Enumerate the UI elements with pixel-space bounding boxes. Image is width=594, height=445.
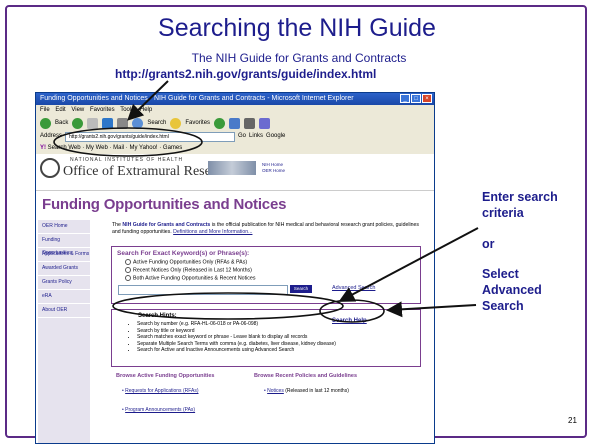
mail-icon[interactable] [229, 117, 241, 129]
web-page: NATIONAL INSTITUTES OF HEALTH Office of … [36, 154, 434, 443]
yahoo-logo-icon[interactable]: Y! [40, 145, 46, 151]
search-option-both[interactable]: Both Active Funding Opportunities & Rece… [125, 275, 255, 281]
menu-edit[interactable]: Edit [55, 107, 65, 113]
back-arrow-icon[interactable] [40, 117, 51, 129]
slide-url: http://grants2.nih.gov/grants/guide/inde… [115, 67, 377, 81]
callout-search: Search [482, 299, 524, 313]
minimize-icon[interactable]: _ [400, 94, 410, 103]
close-icon[interactable]: × [422, 94, 432, 103]
history-icon[interactable] [214, 117, 226, 129]
rfa-link[interactable]: Requests for Applications (RFAs) [125, 388, 198, 394]
sidebar-item-about[interactable]: About OER [38, 304, 90, 318]
intro-the: The [112, 222, 121, 228]
sidebar-item-oer-home[interactable]: OER Home [38, 220, 90, 234]
slide: { "slide": { "title": "Searching the NIH… [0, 0, 594, 445]
advanced-search-link[interactable]: Advanced Search [332, 285, 375, 291]
browser-titlebar: Funding Opportunities and Notices - NIH … [36, 93, 434, 105]
search-option-notices[interactable]: Recent Notices Only (Released in Last 12… [125, 267, 252, 273]
header-links: NIH Home OER Home [262, 162, 285, 174]
pa-link[interactable]: Program Announcements (PAs) [125, 407, 195, 413]
edit-icon[interactable] [259, 117, 271, 129]
sidebar-item-applications[interactable]: Applications & Forms [38, 248, 90, 262]
slide-title: Searching the NIH Guide [158, 14, 436, 42]
slide-number: 21 [568, 416, 577, 425]
search-heading: Search For Exact Keyword(s) or Phrase(s)… [117, 250, 250, 257]
window-controls: _ □ × [400, 94, 432, 103]
address-label: Address [40, 133, 63, 139]
address-bar: Address http://grants2.nih.gov/grants/gu… [36, 131, 434, 142]
pa-link-item: • Program Announcements (PAs) [122, 407, 196, 413]
menu-tools[interactable]: Tools [120, 107, 134, 113]
print-icon[interactable] [244, 117, 256, 129]
hint-item: Search matches exact keyword or phrase -… [137, 334, 337, 341]
back-button[interactable]: Back [55, 115, 68, 131]
go-button[interactable]: Go [238, 131, 246, 142]
search-option-notices-label: Recent Notices Only (Released in Last 12… [133, 267, 252, 274]
oer-home-link[interactable]: OER Home [262, 168, 285, 174]
browse-recent-heading: Browse Recent Policies and Guidelines [254, 373, 358, 379]
definitions-link[interactable]: Definitions and More Information... [173, 229, 252, 235]
hints-list: Search by number (e.g. RFA-HL-06-018 or … [130, 321, 337, 354]
sidebar-item-funding[interactable]: Funding Opportunities [38, 234, 90, 256]
slide-subtitle: The NIH Guide for Grants and Contracts [191, 51, 407, 65]
hints-title: Search Hints: [138, 313, 177, 319]
sidebar: OER Home Funding Opportunities Applicati… [38, 220, 90, 443]
intro-bold: NIH Guide for Grants and Contracts [122, 222, 211, 228]
menu-help[interactable]: Help [140, 107, 152, 113]
notices-link-item: • Notices (Released in last 12 months) [264, 388, 349, 394]
search-button[interactable]: Search [147, 115, 166, 131]
nih-seal-icon [40, 158, 60, 178]
search-option-active-label: Active Funding Opportunities Only (RFAs … [133, 259, 248, 266]
callout-criteria: criteria [482, 206, 524, 220]
search-panel: Search For Exact Keyword(s) or Phrase(s)… [111, 246, 421, 304]
search-icon[interactable] [132, 117, 144, 129]
callout-select: Select [482, 267, 519, 281]
search-option-active[interactable]: Active Funding Opportunities Only (RFAs … [125, 259, 247, 265]
yahoo-links[interactable]: Search Web · My Web · Mail · My Yahoo! ·… [48, 145, 183, 151]
sidebar-item-awarded[interactable]: Awarded Grants [38, 262, 90, 276]
intro-text: The NIH Guide for Grants and Contracts i… [112, 222, 424, 236]
search-hints-panel: Search Hints: Search Help Search by numb… [111, 309, 421, 367]
callout-advanced: Advanced [482, 283, 542, 297]
menu-bar: File Edit View Favorites Tools Help [36, 105, 434, 115]
search-help-link[interactable]: Search Help [332, 318, 367, 324]
hint-item: Search for Active and Inactive Announcem… [137, 347, 337, 354]
notices-link[interactable]: Notices [267, 388, 284, 394]
address-input[interactable]: http://grants2.nih.gov/grants/guide/inde… [65, 131, 236, 142]
forward-arrow-icon[interactable] [72, 117, 84, 129]
maximize-icon[interactable]: □ [411, 94, 421, 103]
search-option-both-label: Both Active Funding Opportunities & Rece… [133, 275, 256, 282]
refresh-icon[interactable] [102, 117, 114, 129]
browser-toolbar: Back Search Favorites [36, 115, 434, 131]
google-toolbar[interactable]: Google [266, 131, 285, 142]
menu-file[interactable]: File [40, 107, 50, 113]
nih-text: NATIONAL INSTITUTES OF HEALTH [70, 157, 184, 163]
oer-header: NATIONAL INSTITUTES OF HEALTH Office of … [36, 154, 434, 191]
callout-enter-search: Enter search [482, 190, 558, 204]
browse-active-heading: Browse Active Funding Opportunities [116, 373, 215, 379]
favorites-star-icon[interactable] [170, 117, 182, 129]
radio-icon[interactable] [125, 275, 131, 281]
radio-icon[interactable] [125, 259, 131, 265]
notices-note: (Released in last 12 months) [285, 388, 349, 394]
search-submit-button[interactable]: Search [290, 285, 312, 293]
callout-or: or [482, 237, 495, 251]
stop-icon[interactable] [87, 117, 99, 129]
radio-icon[interactable] [125, 267, 131, 273]
sidebar-item-era[interactable]: eRA [38, 290, 90, 304]
home-icon[interactable] [117, 117, 129, 129]
rfa-link-item: • Requests for Applications (RFAs) [122, 388, 199, 394]
yahoo-toolbar: Y! Search Web · My Web · Mail · My Yahoo… [36, 142, 434, 154]
links-label[interactable]: Links [249, 131, 263, 142]
page-title: Funding Opportunities and Notices [42, 196, 287, 213]
search-input[interactable] [118, 285, 288, 295]
menu-favorites[interactable]: Favorites [90, 107, 115, 113]
sidebar-item-policy[interactable]: Grants Policy [38, 276, 90, 290]
header-photo [208, 161, 256, 175]
browser-window: Funding Opportunities and Notices - NIH … [35, 92, 435, 444]
favorites-button[interactable]: Favorites [185, 115, 210, 131]
menu-view[interactable]: View [71, 107, 84, 113]
